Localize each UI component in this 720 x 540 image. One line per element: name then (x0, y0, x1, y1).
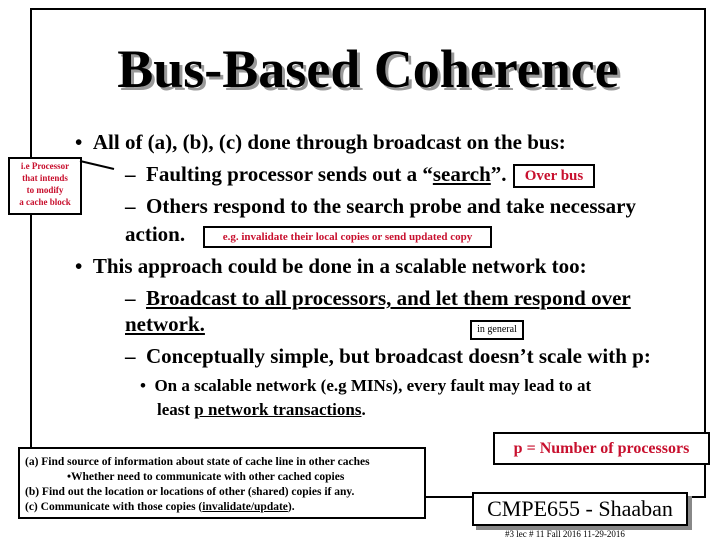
side-note-box: i.e Processor that intends to modify a c… (8, 157, 82, 215)
pointer-line (79, 160, 115, 170)
p-definition: p = Number of processors (493, 432, 710, 465)
steps-box: (a) Find source of information about sta… (18, 447, 426, 519)
footer-meta: #3 lec # 11 Fall 2016 11-29-2016 (505, 529, 625, 539)
sub-bullet-others-line2: action. (125, 222, 186, 246)
text: On a scalable network (e.g MINs), every … (154, 376, 592, 395)
sub-sub-bullet: • On a scalable network (e.g MINs), ever… (140, 376, 592, 395)
sub-sub-bullet-line2: least p network transactions. (157, 400, 366, 420)
text: ). (287, 501, 295, 513)
bullet-2: • This approach could be done in a scala… (75, 254, 587, 278)
bullet-2-text: This approach could be done in a scalabl… (92, 254, 587, 278)
text: . (361, 400, 366, 419)
course-brand: CMPE655 - Shaaban (472, 492, 688, 526)
slide-title: Bus-Based Coherence (117, 39, 619, 99)
text: ”. (490, 162, 507, 186)
over-bus-note: Over bus (513, 164, 595, 188)
sub-bullet-faulting: – Faulting processor sends out a “search… (125, 162, 507, 186)
sub-bullet-conceptually: – Conceptually simple, but broadcast doe… (125, 344, 651, 368)
sub-bullet-broadcast: – Broadcast to all processors, and let t… (125, 286, 631, 310)
in-general-note: in general (470, 320, 524, 340)
text: Others respond to the search probe and t… (146, 194, 636, 218)
step-a-sub: •Whether need to communicate with other … (67, 471, 345, 483)
step-a: (a) Find source of information about sta… (25, 456, 370, 468)
sub-bullet-broadcast-line2: network. (125, 312, 205, 336)
sub-bullet-others: – Others respond to the search probe and… (125, 194, 636, 218)
bullet-1: • All of (a), (b), (c) done through broa… (75, 130, 566, 154)
step-b: (b) Find out the location or locations o… (25, 486, 355, 498)
note-line: a cache block (19, 197, 71, 207)
text: Faulting processor sends out a “ (146, 162, 433, 186)
text: Conceptually simple, but broadcast doesn… (146, 344, 651, 368)
text: p network transactions (194, 400, 362, 419)
step-c: (c) Communicate with those copies (inval… (25, 500, 424, 515)
text: invalidate/update (202, 501, 288, 513)
note-line: that intends (22, 173, 68, 183)
note-line: i.e Processor (20, 161, 70, 171)
text: (c) Communicate with those copies ( (25, 501, 203, 513)
search-term: search (432, 162, 491, 186)
text: least (157, 400, 195, 419)
note-line: to modify (26, 185, 64, 195)
text: Broadcast to all processors, and let the… (146, 286, 631, 310)
bullet-1-text: All of (a), (b), (c) done through broadc… (92, 130, 566, 154)
slide: Bus-Based Coherence • All of (a), (b), (… (0, 0, 720, 540)
action-note: e.g. invalidate their local copies or se… (203, 226, 492, 248)
